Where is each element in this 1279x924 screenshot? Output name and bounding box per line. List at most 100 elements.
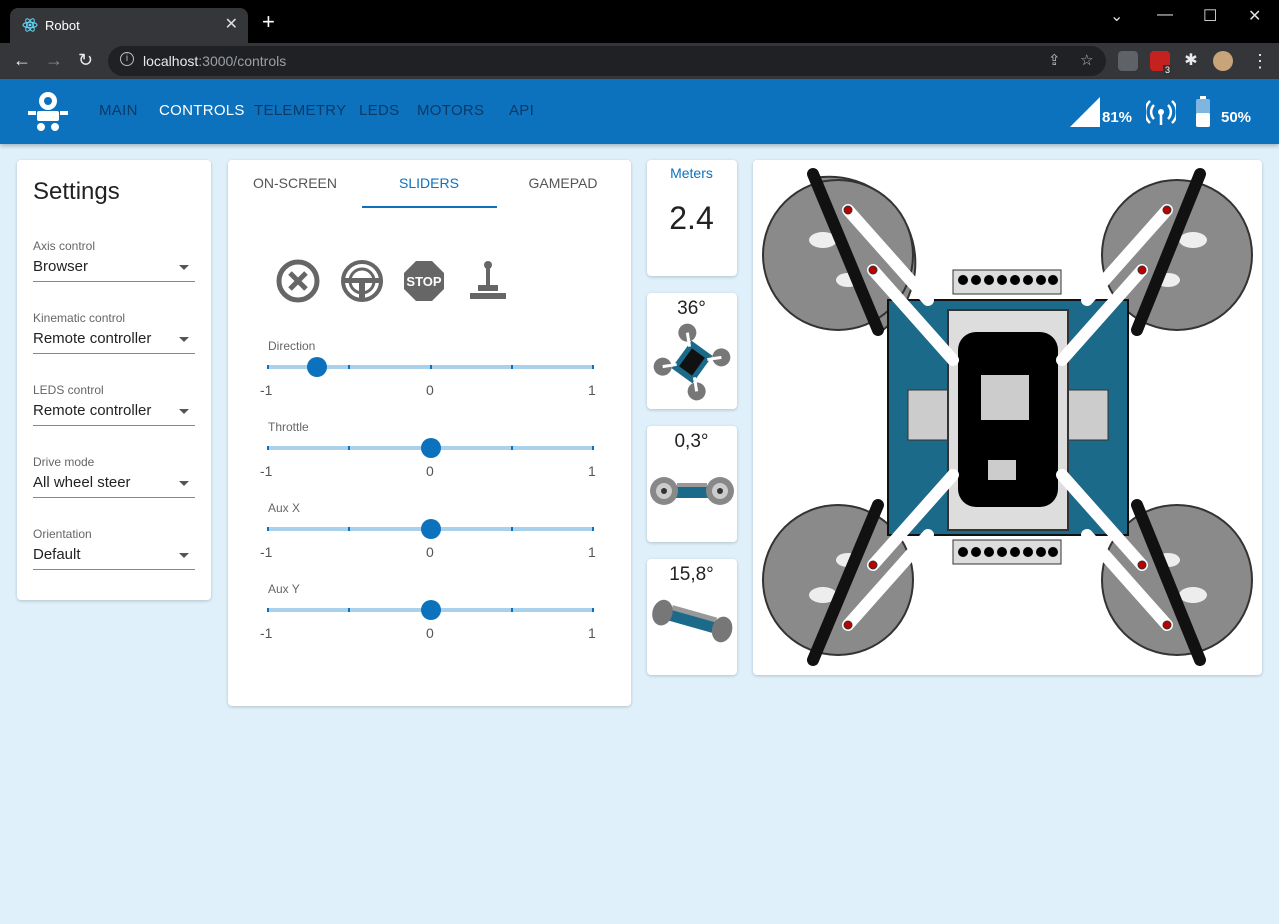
settings-field: Axis control Browser — [33, 239, 195, 282]
slider-max-label: 1 — [588, 544, 596, 560]
address-bar[interactable]: i localhost:3000/controls ⇪ ☆ — [108, 46, 1106, 76]
new-tab-button[interactable]: + — [262, 11, 275, 33]
slider-tick — [510, 446, 513, 450]
slider-thumb[interactable] — [306, 357, 327, 377]
nav-item-api[interactable]: API — [509, 102, 534, 119]
field-value: Default — [33, 546, 81, 563]
extension-badge-icon[interactable]: 3 — [1150, 51, 1172, 75]
field-select[interactable]: All wheel steer — [33, 474, 195, 498]
field-label: Axis control — [33, 239, 96, 253]
pitch-angle: 15,8° — [669, 564, 714, 585]
slider-min-label: -1 — [260, 544, 273, 560]
extension-badge: 3 — [1162, 65, 1172, 75]
settings-field: Drive mode All wheel steer — [33, 455, 195, 498]
nav-item-motors[interactable]: MOTORS — [417, 102, 484, 119]
robot-topdown-image — [753, 160, 1262, 680]
tab-sliders[interactable]: SLIDERS — [362, 175, 496, 191]
field-select[interactable]: Browser — [33, 258, 195, 282]
slider-thumb[interactable] — [420, 438, 441, 458]
app-bar: MAIN CONTROLS TELEMETRY LEDS MOTORS API 81% 5… — [0, 79, 1279, 144]
dropdown-arrow-icon — [179, 481, 189, 486]
slider-max-label: 1 — [588, 382, 596, 398]
slider-max-label: 1 — [588, 463, 596, 479]
browser-toolbar: ← → ↻ i localhost:3000/controls ⇪ ☆ 3 ✱ … — [0, 43, 1279, 79]
slider-throttle[interactable]: Throttle -1 0 1 — [260, 420, 596, 500]
slider-tick — [429, 365, 432, 369]
close-tab-icon[interactable]: ✕ — [225, 14, 238, 34]
field-label: Drive mode — [33, 455, 95, 469]
meters-value: 2.4 — [669, 200, 714, 236]
stop-sign-icon[interactable]: STOP — [400, 257, 448, 305]
nav-item-main[interactable]: MAIN — [99, 102, 138, 119]
robot-view-card — [753, 160, 1262, 675]
browser-titlebar: Robot ✕ + ⌄ — ☐ ✕ — [0, 0, 1279, 43]
slider-thumb[interactable] — [420, 519, 441, 539]
dropdown-arrow-icon — [179, 337, 189, 342]
puzzle-icon[interactable]: ✱ — [1181, 51, 1201, 71]
slider-tick — [592, 446, 594, 450]
dropdown-arrow-icon — [179, 265, 189, 270]
react-icon — [22, 17, 38, 36]
controls-card: ON-SCREEN SLIDERS GAMEPAD STOP Direction -1… — [228, 160, 631, 706]
nav-item-leds[interactable]: LEDS — [359, 102, 399, 119]
slider-mid-label: 0 — [426, 463, 434, 479]
nav-item-telemetry[interactable]: TELEMETRY — [254, 102, 346, 119]
slider-direction[interactable]: Direction -1 0 1 — [260, 339, 596, 419]
field-value: Remote controller — [33, 330, 152, 347]
slider-tick — [592, 608, 594, 612]
cancel-icon[interactable] — [274, 257, 322, 305]
dropdown-arrow-icon — [179, 409, 189, 414]
roll-angle-card: 0,3° — [647, 426, 737, 542]
field-select[interactable]: Remote controller — [33, 402, 195, 426]
maximize-icon[interactable]: ☐ — [1203, 6, 1217, 26]
forward-icon[interactable]: → — [45, 50, 63, 71]
robot-front-view-icon — [647, 474, 737, 519]
wifi-icon — [1143, 97, 1179, 132]
slider-min-label: -1 — [260, 625, 273, 641]
minimize-icon[interactable]: — — [1157, 6, 1173, 24]
bookmark-star-icon[interactable]: ☆ — [1080, 51, 1093, 69]
stop-text: STOP — [406, 274, 441, 289]
tab-gamepad[interactable]: GAMEPAD — [496, 175, 630, 191]
app-root: MAIN CONTROLS TELEMETRY LEDS MOTORS API 81% 5… — [0, 79, 1279, 924]
slider-min-label: -1 — [260, 463, 273, 479]
meters-card: Meters 2.4 — [647, 160, 737, 276]
tab-search-icon[interactable]: ⌄ — [1110, 6, 1123, 26]
slider-tick — [592, 365, 594, 369]
meters-title: Meters — [670, 165, 713, 181]
slider-mid-label: 0 — [426, 544, 434, 560]
slider-tick — [510, 365, 513, 369]
url-text: localhost:3000/controls — [143, 53, 287, 69]
share-icon[interactable]: ⇪ — [1048, 51, 1061, 69]
joystick-icon[interactable] — [464, 257, 512, 305]
extension-icon[interactable] — [1118, 51, 1138, 71]
back-icon[interactable]: ← — [13, 50, 31, 71]
robot-side-view-icon — [647, 597, 737, 652]
slider-thumb[interactable] — [420, 600, 441, 620]
control-tabs: ON-SCREEN SLIDERS GAMEPAD — [228, 160, 632, 208]
window-close-icon[interactable]: ✕ — [1248, 6, 1261, 26]
field-select[interactable]: Default — [33, 546, 195, 570]
slider-aux-y[interactable]: Aux Y -1 0 1 — [260, 582, 596, 662]
settings-field: Orientation Default — [33, 527, 195, 570]
tab-on-screen[interactable]: ON-SCREEN — [228, 175, 362, 191]
slider-aux-x[interactable]: Aux X -1 0 1 — [260, 501, 596, 581]
active-tab-indicator — [362, 206, 497, 208]
steering-wheel-icon[interactable] — [338, 257, 386, 305]
settings-field: LEDS control Remote controller — [33, 383, 195, 426]
field-select[interactable]: Remote controller — [33, 330, 195, 354]
reload-icon[interactable]: ↻ — [78, 50, 93, 71]
browser-tab[interactable]: Robot ✕ — [10, 8, 248, 43]
settings-title: Settings — [33, 178, 120, 205]
robot-logo-icon[interactable] — [25, 91, 71, 136]
tab-title: Robot — [45, 18, 80, 33]
slider-tick — [267, 365, 269, 369]
menu-dots-icon[interactable]: ⋮ — [1251, 51, 1269, 72]
slider-label: Direction — [268, 339, 316, 353]
slider-tick — [348, 608, 351, 612]
yaw-angle: 36° — [677, 298, 706, 319]
slider-max-label: 1 — [588, 625, 596, 641]
avatar[interactable] — [1213, 51, 1233, 71]
nav-item-controls[interactable]: CONTROLS — [159, 102, 245, 119]
site-info-icon[interactable]: i — [120, 52, 134, 66]
